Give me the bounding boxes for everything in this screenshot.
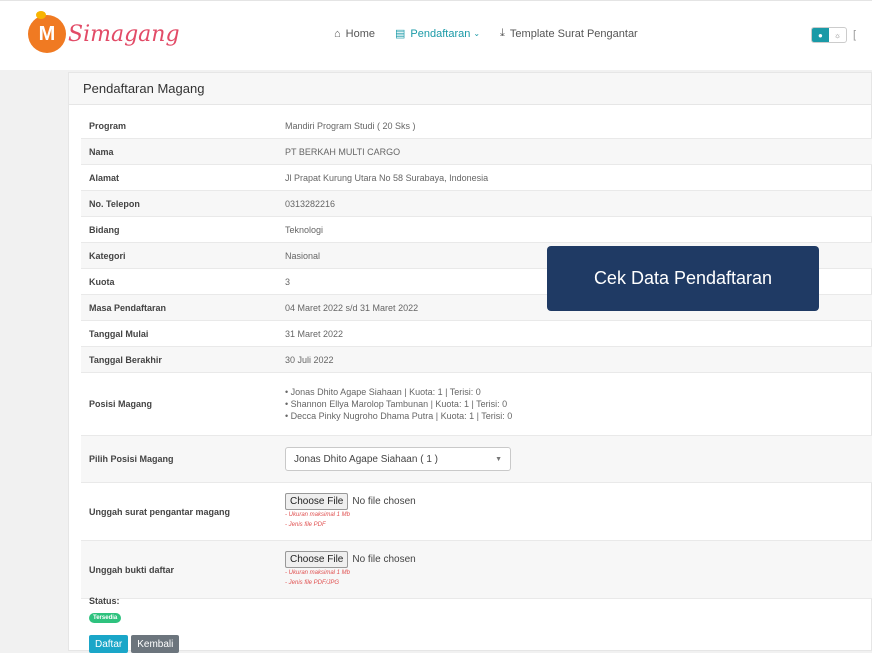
home-icon: ⌂: [334, 27, 341, 40]
row-label: Program: [89, 120, 127, 131]
logo-badge-icon: M: [28, 11, 66, 53]
row-value: PT BERKAH MULTI CARGO: [285, 146, 401, 157]
brand-name: Simagang: [68, 21, 180, 47]
list-item: Decca Pinky Nugroho Dhama Putra | Kuota:…: [285, 410, 872, 422]
nav-pendaftaran[interactable]: ▤ Pendaftaran ⌄: [395, 27, 481, 41]
main-nav: ⌂ Home ▤ Pendaftaran ⌄ ⤓ Template Surat …: [334, 27, 658, 40]
fullscreen-icon[interactable]: [: [853, 29, 856, 41]
row-value: Teknologi: [285, 224, 324, 235]
row-label: Alamat: [89, 172, 120, 183]
bukti-hint-size: - Ukuran maksimal 1 Mb: [285, 570, 351, 576]
moon-icon: ☼: [833, 30, 842, 40]
surat-hint-type: - Jenis file PDF: [285, 522, 326, 528]
chevron-down-icon: ⌄: [473, 29, 481, 38]
row-value: 0313282216: [285, 198, 336, 209]
row-label: Posisi Magang: [89, 399, 153, 409]
status-badge: Tersedia: [89, 613, 122, 623]
nav-pendaftaran-label: Pendaftaran: [410, 27, 471, 40]
row-label: Kategori: [89, 250, 126, 261]
row-label: Pilih Posisi Magang: [89, 454, 174, 464]
row-value: Jl Prapat Kurung Utara No 58 Surabaya, I…: [285, 172, 489, 183]
bukti-file-button[interactable]: Choose File: [285, 551, 349, 568]
brand-logo[interactable]: M Simagang: [28, 11, 180, 53]
callout-annotation: Cek Data Pendaftaran: [547, 246, 819, 311]
row-value: Mandiri Program Studi ( 20 Sks ): [285, 120, 416, 131]
card-title: Pendaftaran Magang: [69, 73, 871, 105]
nav-home[interactable]: ⌂ Home: [334, 28, 375, 40]
row-label: Unggah surat pengantar magang: [89, 506, 231, 517]
table-row-surat: Unggah surat pengantar magang Choose Fil…: [81, 483, 872, 541]
surat-file-status: No file chosen: [352, 496, 416, 507]
table-row: Alamat Jl Prapat Kurung Utara No 58 Sura…: [81, 165, 872, 191]
posisi-select[interactable]: Jonas Dhito Agape Siahaan ( 1 ) ▼: [285, 447, 511, 471]
status-block: Status: Tersedia: [89, 596, 122, 624]
row-label: Tanggal Mulai: [89, 328, 149, 339]
nav-template-label: Template Surat Pengantar: [509, 27, 638, 40]
status-label: Status:: [89, 596, 120, 606]
bukti-hint-type: - Jenis file PDF/JPG: [285, 580, 340, 586]
list-item: Jonas Dhito Agape Siahaan | Kuota: 1 | T…: [285, 386, 872, 398]
nav-home-label: Home: [345, 27, 375, 40]
list-item: Shannon Ellya Marolop Tambunan | Kuota: …: [285, 398, 872, 410]
chevron-down-icon: ▼: [495, 455, 502, 463]
download-icon: ⤓: [500, 27, 505, 39]
posisi-select-value: Jonas Dhito Agape Siahaan ( 1 ): [294, 453, 438, 465]
kembali-button[interactable]: Kembali: [131, 635, 180, 653]
daftar-button[interactable]: Daftar: [89, 635, 129, 653]
table-row: Nama PT BERKAH MULTI CARGO: [81, 139, 872, 165]
table-row: Bidang Teknologi: [81, 217, 872, 243]
table-row: Tanggal Berakhir 30 Juli 2022: [81, 347, 872, 373]
row-label: Masa Pendaftaran: [89, 302, 167, 313]
bukti-file-status: No file chosen: [352, 554, 416, 565]
nav-template[interactable]: ⤓ Template Surat Pengantar: [500, 27, 638, 40]
table-row-posisi: Posisi Magang Jonas Dhito Agape Siahaan …: [81, 373, 872, 436]
row-label: Bidang: [89, 224, 120, 235]
row-label: Nama: [89, 146, 114, 157]
table-row: Tanggal Mulai 31 Maret 2022: [81, 321, 872, 347]
detail-table: Program Mandiri Program Studi ( 20 Sks )…: [81, 113, 872, 599]
table-row: Program Mandiri Program Studi ( 20 Sks ): [81, 113, 872, 139]
top-navbar: M Simagang ⌂ Home ▤ Pendaftaran ⌄ ⤓ Temp…: [0, 0, 872, 70]
table-row: No. Telepon 0313282216: [81, 191, 872, 217]
posisi-list: Jonas Dhito Agape Siahaan | Kuota: 1 | T…: [285, 386, 872, 422]
surat-hint-size: - Ukuran maksimal 1 Mb: [285, 512, 351, 518]
table-row-pilih: Pilih Posisi Magang Jonas Dhito Agape Si…: [81, 436, 872, 483]
row-label: Kuota: [89, 276, 115, 287]
row-label: No. Telepon: [89, 198, 140, 209]
theme-toggle[interactable]: ● ☼ [: [810, 27, 856, 43]
row-label: Tanggal Berakhir: [89, 354, 162, 365]
row-label: Unggah bukti daftar: [89, 564, 174, 575]
table-row-bukti: Unggah bukti daftar Choose File No file …: [81, 541, 872, 599]
surat-file-button[interactable]: Choose File: [285, 493, 349, 510]
row-value: 30 Juli 2022: [285, 354, 334, 365]
row-value: 31 Maret 2022: [285, 328, 344, 339]
action-buttons: Daftar Kembali: [89, 635, 180, 653]
document-icon: ▤: [395, 28, 406, 40]
sun-icon: ●: [811, 28, 829, 42]
pendaftaran-card: Pendaftaran Magang Program Mandiri Progr…: [68, 72, 872, 653]
